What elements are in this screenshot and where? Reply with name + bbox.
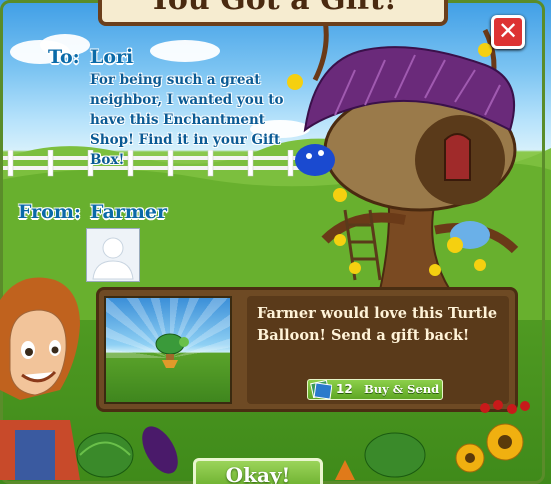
- to-label: To:: [48, 46, 80, 68]
- close-button[interactable]: ✕: [491, 15, 525, 49]
- send-back-text: Farmer would love this Turtle Balloon! S…: [257, 305, 498, 344]
- gift-dialog: You Got a Gift! ✕ To: Lori For being suc…: [0, 0, 551, 484]
- turtle-balloon-icon: [155, 333, 189, 368]
- avatar-placeholder-icon: [92, 237, 134, 280]
- buy-and-send-label: Buy & Send: [364, 382, 440, 396]
- recipient-name: Lori: [90, 46, 134, 68]
- enchantment-shop-illustration: [287, 20, 519, 291]
- farm-cash-icon: [310, 379, 332, 400]
- buy-cost: 12: [336, 382, 353, 396]
- dialog-title: You Got a Gift!: [102, 0, 444, 32]
- from-label: From:: [18, 201, 81, 223]
- okay-button[interactable]: Okay!: [193, 458, 323, 484]
- sender-avatar[interactable]: [86, 228, 140, 282]
- buy-and-send-button[interactable]: 12 Buy & Send: [307, 379, 443, 400]
- title-banner: You Got a Gift!: [98, 0, 448, 26]
- turtle-balloon-thumbnail: [104, 296, 232, 404]
- sender-name: Farmer: [90, 201, 167, 223]
- gift-message: For being such a great neighbor, I wante…: [90, 72, 284, 168]
- cloud: [150, 40, 220, 62]
- close-icon: ✕: [497, 17, 519, 45]
